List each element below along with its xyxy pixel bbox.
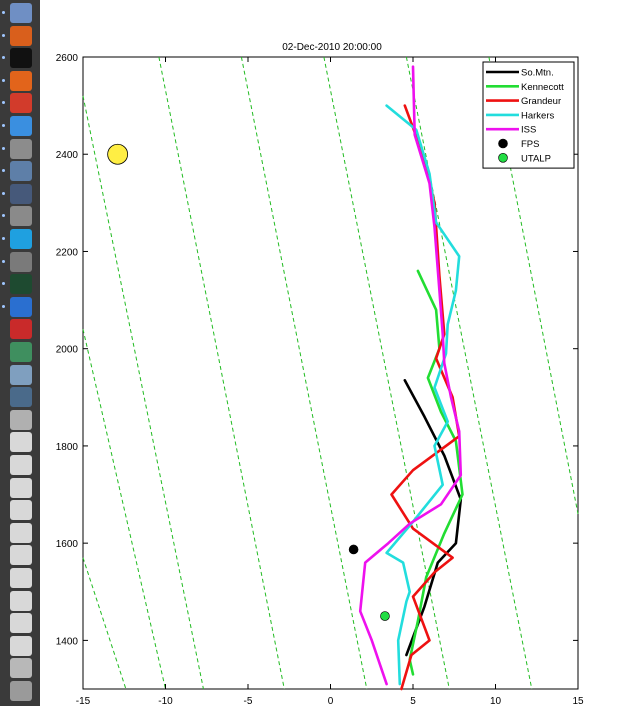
y-tick-label: 2200 <box>56 247 79 258</box>
system-preferences-icon[interactable] <box>10 138 32 159</box>
x-tick-label: 5 <box>410 696 416 706</box>
legend-label: Kennecott <box>521 82 564 93</box>
document-icon-5[interactable] <box>10 522 32 543</box>
x-tick-label: 0 <box>328 696 334 706</box>
document-icon-8[interactable] <box>10 590 32 611</box>
x-tick-label: -15 <box>76 696 91 706</box>
document-icon-1[interactable] <box>10 432 32 453</box>
word-icon[interactable] <box>10 296 32 317</box>
legend-label: UTALP <box>521 153 551 164</box>
firefox-icon[interactable] <box>10 70 32 91</box>
legend-label: FPS <box>521 139 539 150</box>
y-tick-label: 2600 <box>56 53 79 64</box>
running-indicator <box>2 78 5 82</box>
running-indicator <box>2 169 5 173</box>
legend-swatch <box>498 153 508 163</box>
matlab-icon[interactable] <box>10 25 32 46</box>
calendar-icon[interactable] <box>10 93 32 114</box>
dashboard-icon[interactable] <box>10 161 32 182</box>
y-tick-label: 1600 <box>56 539 79 550</box>
sounding-chart: 02-Dec-2010 20:00:00 -15 -10 -5 0 5 10 15 1400 1… <box>56 42 584 706</box>
legend-label: Grandeur <box>521 96 561 107</box>
document-icon-7[interactable] <box>10 568 32 588</box>
document-icon-10[interactable] <box>10 635 32 656</box>
series-point-utalp <box>380 611 390 621</box>
x-tick-label: 15 <box>572 696 584 706</box>
document-icon-6[interactable] <box>10 545 32 566</box>
mail-icon[interactable] <box>10 342 32 362</box>
running-indicator <box>2 237 5 240</box>
yellow-marker <box>107 143 129 165</box>
script-editor-icon[interactable] <box>10 409 32 430</box>
y-tick-label: 2400 <box>56 150 79 161</box>
utility-icon[interactable] <box>10 206 32 227</box>
trash-icon[interactable] <box>10 681 32 701</box>
preview-app-icon[interactable] <box>10 3 32 23</box>
x-tick-label: -10 <box>158 696 173 706</box>
running-indicator <box>2 124 5 127</box>
x-tick-label: 10 <box>490 696 502 706</box>
x-tick-label: -5 <box>244 696 253 706</box>
legend-label: So.Mtn. <box>521 68 554 79</box>
running-indicator <box>2 146 5 150</box>
legend-label: ISS <box>521 125 536 136</box>
running-indicator <box>2 304 5 308</box>
application-dock <box>0 0 40 706</box>
y-tick-label: 1400 <box>56 636 79 647</box>
itunes-icon[interactable] <box>10 116 32 136</box>
running-indicator <box>2 33 5 37</box>
series-point-fps <box>348 544 359 555</box>
document-icon-3[interactable] <box>10 477 32 498</box>
running-indicator <box>2 101 5 105</box>
running-indicator <box>2 214 5 218</box>
downloads-icon[interactable] <box>10 658 32 679</box>
running-indicator <box>2 56 5 60</box>
skype-icon[interactable] <box>10 229 32 249</box>
y-tick-label: 2000 <box>56 345 79 356</box>
legend-label: Harkers <box>521 110 555 121</box>
idv-icon[interactable] <box>10 183 32 204</box>
chart-title: 02-Dec-2010 20:00:00 <box>282 42 382 53</box>
facetime-icon[interactable] <box>10 387 32 408</box>
image-capture-icon[interactable] <box>10 364 32 385</box>
document-icon-2[interactable] <box>10 455 32 475</box>
running-indicator <box>2 259 5 263</box>
activity-monitor-icon[interactable] <box>10 274 32 295</box>
running-indicator <box>2 282 5 286</box>
user-app-icon[interactable] <box>10 251 32 272</box>
y-tick-label: 1800 <box>56 442 79 453</box>
legend: So.Mtn. Kennecott Grandeur Harkers ISS FPS UTA… <box>482 61 575 169</box>
acrobat-icon[interactable] <box>10 319 32 340</box>
document-icon-9[interactable] <box>10 613 32 634</box>
document-icon-4[interactable] <box>10 500 32 521</box>
running-indicator <box>2 191 5 195</box>
terminal-icon[interactable] <box>10 48 32 69</box>
running-indicator <box>2 11 5 14</box>
legend-swatch <box>498 138 508 149</box>
